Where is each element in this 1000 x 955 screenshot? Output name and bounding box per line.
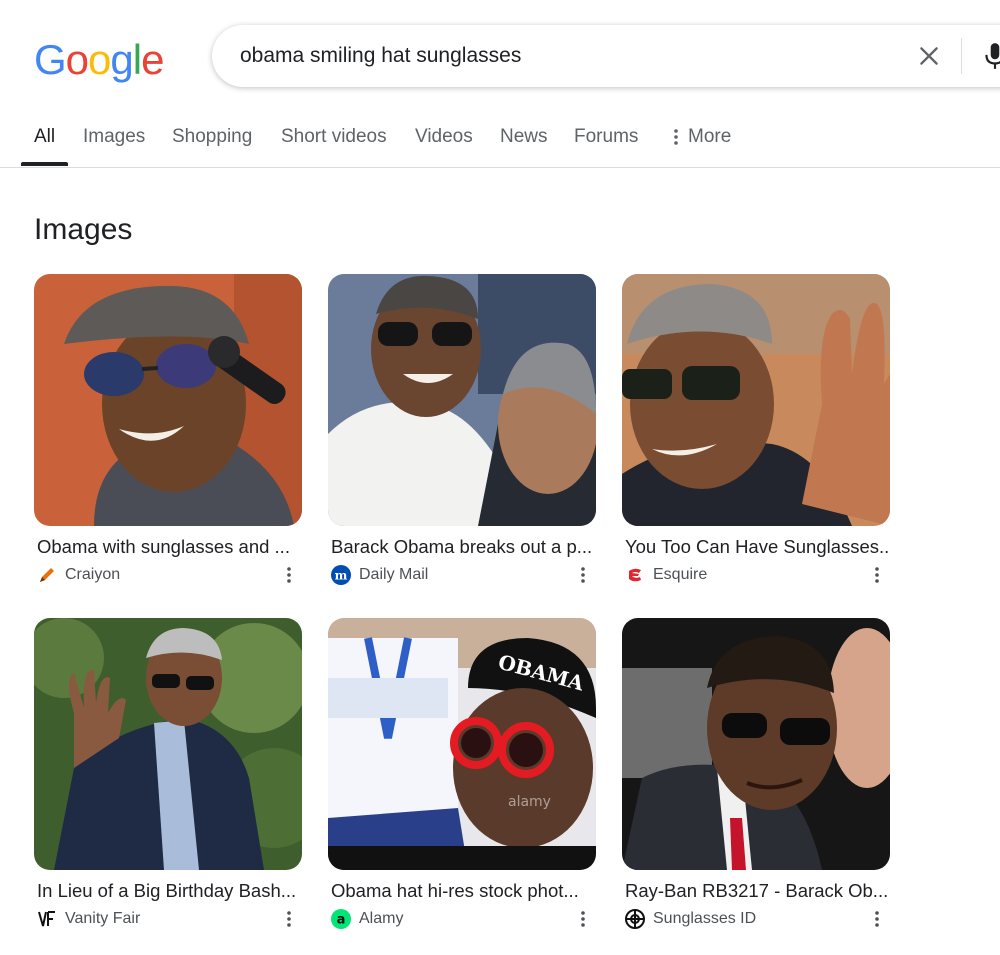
tab-forums[interactable]: Forums <box>574 126 638 148</box>
vanity-fair-icon <box>38 911 55 927</box>
images-section-title: Images <box>34 213 133 246</box>
google-logo[interactable]: Google <box>34 36 164 84</box>
result-image[interactable] <box>34 618 302 870</box>
result-source-name: Sunglasses ID <box>653 910 757 927</box>
tab-more-label: More <box>688 126 732 147</box>
search-box <box>212 25 1000 87</box>
result-source[interactable]: Esquire <box>625 564 890 586</box>
result-source[interactable]: a Alamy <box>331 908 596 930</box>
tab-short-videos[interactable]: Short videos <box>281 126 387 148</box>
image-result-card[interactable]: OBAMA alamy Obama hat hi-res stock phot.… <box>328 618 596 938</box>
result-source[interactable]: Sunglasses ID <box>625 908 890 930</box>
tab-images[interactable]: Images <box>83 126 145 148</box>
search-divider <box>961 38 962 74</box>
logo-letter: g <box>110 36 133 83</box>
tab-videos[interactable]: Videos <box>415 126 473 148</box>
globe-icon <box>625 909 645 929</box>
result-source-name: Craiyon <box>65 566 121 583</box>
result-image[interactable]: OBAMA alamy <box>328 618 596 870</box>
tab-more[interactable]: More <box>674 126 731 148</box>
tab-news[interactable]: News <box>500 126 548 148</box>
more-vert-icon <box>674 129 678 145</box>
result-source-name: Vanity Fair <box>65 910 141 927</box>
more-options-icon[interactable] <box>873 566 881 584</box>
more-options-icon[interactable] <box>579 566 587 584</box>
result-caption[interactable]: Obama with sunglasses and ... <box>37 536 302 558</box>
more-options-icon[interactable] <box>579 910 587 928</box>
result-caption[interactable]: In Lieu of a Big Birthday Bash... <box>37 880 302 902</box>
result-caption[interactable]: You Too Can Have Sunglasses... <box>625 536 890 558</box>
result-image[interactable] <box>34 274 302 526</box>
image-result-card[interactable]: You Too Can Have Sunglasses... Esquire <box>622 274 890 594</box>
search-tabs: All Images Shopping Short videos Videos … <box>0 112 1000 168</box>
pencil-icon <box>40 568 54 582</box>
more-options-icon[interactable] <box>873 910 881 928</box>
esquire-icon <box>629 568 641 582</box>
result-caption[interactable]: Ray-Ban RB3217 - Barack Ob... <box>625 880 890 902</box>
watermark-text: alamy <box>508 794 551 810</box>
tab-shopping[interactable]: Shopping <box>172 126 252 148</box>
result-source-name: Esquire <box>653 566 708 583</box>
more-options-icon[interactable] <box>285 910 293 928</box>
svg-text:m: m <box>335 569 348 583</box>
image-result-card[interactable]: Barack Obama breaks out a p... m Daily M… <box>328 274 596 594</box>
result-caption[interactable]: Obama hat hi-res stock phot... <box>331 880 596 902</box>
result-image[interactable] <box>328 274 596 526</box>
result-caption[interactable]: Barack Obama breaks out a p... <box>331 536 596 558</box>
daily-mail-icon: m <box>331 565 351 585</box>
active-tab-indicator <box>21 162 68 166</box>
result-source[interactable]: m Daily Mail <box>331 564 596 586</box>
image-result-card[interactable]: In Lieu of a Big Birthday Bash... Vanity… <box>34 618 302 938</box>
microphone-icon[interactable] <box>982 41 1000 71</box>
logo-letter: o <box>88 36 111 83</box>
alamy-icon: a <box>331 909 351 929</box>
result-source[interactable]: Craiyon <box>37 564 302 586</box>
logo-letter: e <box>141 36 164 83</box>
tab-all[interactable]: All <box>34 126 55 148</box>
svg-text:a: a <box>337 913 346 928</box>
more-options-icon[interactable] <box>285 566 293 584</box>
search-input[interactable] <box>240 25 880 87</box>
result-image[interactable] <box>622 618 890 870</box>
logo-letter: o <box>65 36 89 83</box>
logo-letter: l <box>132 36 142 83</box>
result-source[interactable]: Vanity Fair <box>37 908 302 930</box>
logo-letter: G <box>34 36 67 83</box>
result-source-name: Alamy <box>359 910 404 927</box>
result-image[interactable] <box>622 274 890 526</box>
close-icon[interactable] <box>916 43 942 69</box>
result-source-name: Daily Mail <box>359 566 429 583</box>
image-result-card[interactable]: Ray-Ban RB3217 - Barack Ob... Sunglasses… <box>622 618 890 938</box>
image-result-card[interactable]: Obama with sunglasses and ... Craiyon <box>34 274 302 594</box>
